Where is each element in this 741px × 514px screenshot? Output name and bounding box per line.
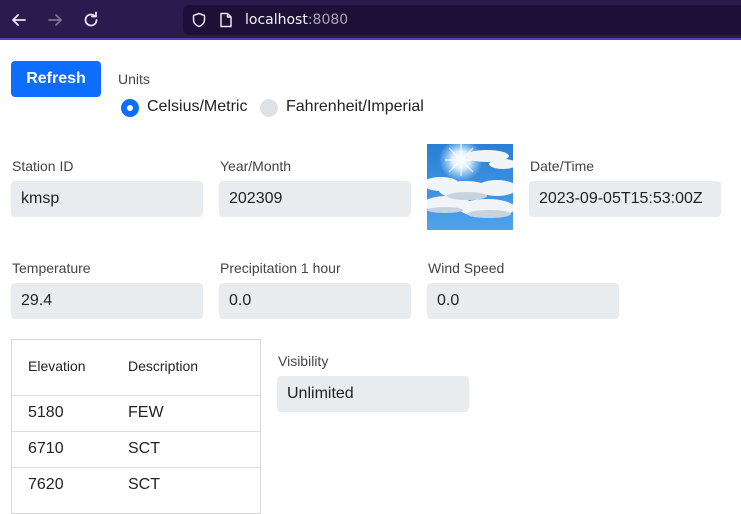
- address-bar[interactable]: localhost:8080: [183, 5, 741, 35]
- description-cell: FEW: [128, 404, 164, 421]
- forward-icon[interactable]: [43, 8, 67, 32]
- date-time-label: Date/Time: [530, 158, 595, 174]
- page-icon: [220, 12, 232, 28]
- elevation-cell: 7620: [28, 476, 64, 493]
- browser-toolbar: localhost:8080: [0, 0, 741, 40]
- table-row: 5180 FEW: [12, 396, 260, 432]
- temperature-field: 29.4: [11, 283, 203, 319]
- shield-icon[interactable]: [191, 12, 207, 28]
- station-id-field: kmsp: [11, 181, 203, 217]
- fahrenheit-radio[interactable]: [260, 99, 278, 117]
- precipitation-label: Precipitation 1 hour: [220, 260, 341, 276]
- visibility-field: Unlimited: [277, 376, 469, 412]
- visibility-label: Visibility: [278, 353, 329, 369]
- station-id-label: Station ID: [12, 158, 74, 174]
- year-month-field: 202309: [219, 181, 411, 217]
- table-row: 6710 SCT: [12, 432, 260, 468]
- cloud-layers-table: Elevation Description 5180 FEW 6710 SCT …: [11, 339, 261, 514]
- elevation-cell: 6710: [28, 440, 64, 457]
- table-row: 7620 SCT: [12, 468, 260, 504]
- precipitation-field: 0.0: [219, 283, 411, 319]
- back-icon[interactable]: [7, 8, 31, 32]
- elevation-header: Elevation: [28, 358, 86, 374]
- refresh-button[interactable]: Refresh: [11, 61, 101, 97]
- description-header: Description: [128, 358, 199, 374]
- description-cell: SCT: [128, 440, 160, 457]
- date-time-field: 2023-09-05T15:53:00Z: [529, 181, 721, 217]
- table-header-row: Elevation Description: [12, 340, 260, 396]
- description-cell: SCT: [128, 476, 160, 493]
- wind-speed-label: Wind Speed: [428, 260, 505, 276]
- elevation-cell: 5180: [28, 404, 64, 421]
- units-label: Units: [118, 71, 150, 87]
- celsius-radio[interactable]: [121, 99, 139, 117]
- year-month-label: Year/Month: [220, 158, 292, 174]
- reload-icon[interactable]: [79, 8, 103, 32]
- fahrenheit-radio-label[interactable]: Fahrenheit/Imperial: [286, 98, 424, 116]
- celsius-radio-label[interactable]: Celsius/Metric: [147, 98, 247, 116]
- temperature-label: Temperature: [12, 260, 91, 276]
- weather-sky-image: [427, 144, 513, 230]
- wind-speed-field: 0.0: [427, 283, 619, 319]
- url-text: localhost:8080: [245, 12, 349, 28]
